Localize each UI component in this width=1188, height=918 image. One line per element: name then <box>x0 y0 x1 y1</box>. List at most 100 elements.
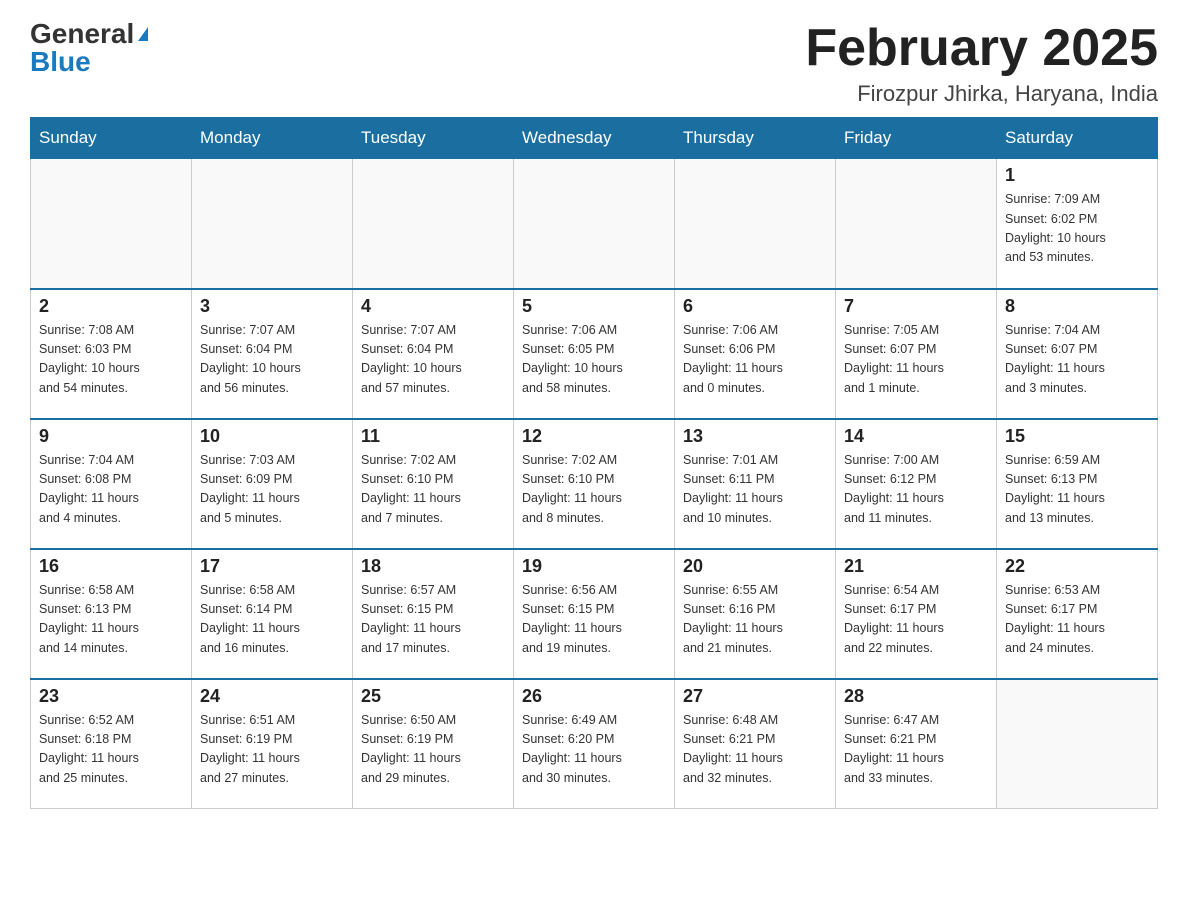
day-cell: 26 Sunrise: 6:49 AM Sunset: 6:20 PM Dayli… <box>514 679 675 809</box>
week-row-2: 2Sunrise: 7:08 AM Sunset: 6:03 PM Daylig… <box>31 289 1158 419</box>
day-cell: 7 Sunrise: 7:05 AM Sunset: 6:07 PM Daylig… <box>836 289 997 419</box>
day-cell: 19Sunrise: 6:56 AM Sunset: 6:15 PM Dayli… <box>514 549 675 679</box>
day-cell: 9Sunrise: 7:04 AM Sunset: 6:08 PM Daylig… <box>31 419 192 549</box>
day-cell <box>192 159 353 289</box>
day-cell: 1 Sunrise: 7:09 AM Sunset: 6:02 PM Daylig… <box>997 159 1158 289</box>
title-section: February 2025 Firozpur Jhirka, Haryana, … <box>805 20 1158 107</box>
day-info: Sunrise: 6:53 AM Sunset: 6:17 PM Dayligh… <box>1005 581 1149 659</box>
day-info: Sunrise: 7:03 AM Sunset: 6:09 PM Dayligh… <box>200 451 344 529</box>
weekday-header-thursday: Thursday <box>675 118 836 159</box>
day-number: 7 <box>844 296 988 317</box>
day-info: Sunrise: 6:51 AM Sunset: 6:19 PM Dayligh… <box>200 711 344 789</box>
day-number: 6 <box>683 296 827 317</box>
week-row-3: 9Sunrise: 7:04 AM Sunset: 6:08 PM Daylig… <box>31 419 1158 549</box>
day-info: Sunrise: 7:06 AM Sunset: 6:05 PM Dayligh… <box>522 321 666 399</box>
day-cell: 28 Sunrise: 6:47 AM Sunset: 6:21 PM Dayli… <box>836 679 997 809</box>
day-info: Sunrise: 6:58 AM Sunset: 6:13 PM Dayligh… <box>39 581 183 659</box>
day-number: 15 <box>1005 426 1149 447</box>
day-number: 11 <box>361 426 505 447</box>
day-info: Sunrise: 6:57 AM Sunset: 6:15 PM Dayligh… <box>361 581 505 659</box>
day-number: 2 <box>39 296 183 317</box>
day-cell: 21 Sunrise: 6:54 AM Sunset: 6:17 PM Dayli… <box>836 549 997 679</box>
day-cell: 13 Sunrise: 7:01 AM Sunset: 6:11 PM Dayli… <box>675 419 836 549</box>
day-number: 25 <box>361 686 505 707</box>
day-cell: 22 Sunrise: 6:53 AM Sunset: 6:17 PM Dayli… <box>997 549 1158 679</box>
day-number: 4 <box>361 296 505 317</box>
day-cell: 25 Sunrise: 6:50 AM Sunset: 6:19 PM Dayli… <box>353 679 514 809</box>
day-number: 10 <box>200 426 344 447</box>
day-cell: 2Sunrise: 7:08 AM Sunset: 6:03 PM Daylig… <box>31 289 192 419</box>
day-cell: 15 Sunrise: 6:59 AM Sunset: 6:13 PM Dayli… <box>997 419 1158 549</box>
day-cell: 14 Sunrise: 7:00 AM Sunset: 6:12 PM Dayli… <box>836 419 997 549</box>
day-info: Sunrise: 7:07 AM Sunset: 6:04 PM Dayligh… <box>361 321 505 399</box>
day-cell: 18 Sunrise: 6:57 AM Sunset: 6:15 PM Dayli… <box>353 549 514 679</box>
week-row-5: 23 Sunrise: 6:52 AM Sunset: 6:18 PM Dayli… <box>31 679 1158 809</box>
day-number: 27 <box>683 686 827 707</box>
day-info: Sunrise: 7:04 AM Sunset: 6:07 PM Dayligh… <box>1005 321 1149 399</box>
weekday-header-row: SundayMondayTuesdayWednesdayThursdayFrid… <box>31 118 1158 159</box>
day-cell: 23 Sunrise: 6:52 AM Sunset: 6:18 PM Dayli… <box>31 679 192 809</box>
day-number: 21 <box>844 556 988 577</box>
page-header: General Blue February 2025 Firozpur Jhir… <box>30 20 1158 107</box>
day-number: 1 <box>1005 165 1149 186</box>
calendar-table: SundayMondayTuesdayWednesdayThursdayFrid… <box>30 117 1158 809</box>
day-info: Sunrise: 6:54 AM Sunset: 6:17 PM Dayligh… <box>844 581 988 659</box>
day-cell: 16 Sunrise: 6:58 AM Sunset: 6:13 PM Dayli… <box>31 549 192 679</box>
day-info: Sunrise: 7:06 AM Sunset: 6:06 PM Dayligh… <box>683 321 827 399</box>
day-number: 18 <box>361 556 505 577</box>
day-number: 17 <box>200 556 344 577</box>
day-number: 16 <box>39 556 183 577</box>
day-info: Sunrise: 7:02 AM Sunset: 6:10 PM Dayligh… <box>522 451 666 529</box>
day-number: 8 <box>1005 296 1149 317</box>
day-cell: 24 Sunrise: 6:51 AM Sunset: 6:19 PM Dayli… <box>192 679 353 809</box>
day-cell: 8 Sunrise: 7:04 AM Sunset: 6:07 PM Daylig… <box>997 289 1158 419</box>
day-info: Sunrise: 7:00 AM Sunset: 6:12 PM Dayligh… <box>844 451 988 529</box>
week-row-4: 16 Sunrise: 6:58 AM Sunset: 6:13 PM Dayli… <box>31 549 1158 679</box>
logo-triangle-icon <box>138 27 148 41</box>
day-cell: 10 Sunrise: 7:03 AM Sunset: 6:09 PM Dayli… <box>192 419 353 549</box>
day-info: Sunrise: 7:09 AM Sunset: 6:02 PM Dayligh… <box>1005 190 1149 268</box>
day-info: Sunrise: 6:59 AM Sunset: 6:13 PM Dayligh… <box>1005 451 1149 529</box>
day-cell <box>514 159 675 289</box>
day-number: 14 <box>844 426 988 447</box>
day-info: Sunrise: 6:52 AM Sunset: 6:18 PM Dayligh… <box>39 711 183 789</box>
day-info: Sunrise: 7:05 AM Sunset: 6:07 PM Dayligh… <box>844 321 988 399</box>
weekday-header-wednesday: Wednesday <box>514 118 675 159</box>
day-cell <box>836 159 997 289</box>
logo: General Blue <box>30 20 148 76</box>
day-cell <box>675 159 836 289</box>
day-cell: 12 Sunrise: 7:02 AM Sunset: 6:10 PM Dayli… <box>514 419 675 549</box>
day-number: 24 <box>200 686 344 707</box>
day-cell: 17 Sunrise: 6:58 AM Sunset: 6:14 PM Dayli… <box>192 549 353 679</box>
day-cell <box>997 679 1158 809</box>
logo-blue-text: Blue <box>30 48 91 76</box>
weekday-header-friday: Friday <box>836 118 997 159</box>
day-info: Sunrise: 6:48 AM Sunset: 6:21 PM Dayligh… <box>683 711 827 789</box>
weekday-header-saturday: Saturday <box>997 118 1158 159</box>
day-number: 28 <box>844 686 988 707</box>
day-info: Sunrise: 7:01 AM Sunset: 6:11 PM Dayligh… <box>683 451 827 529</box>
calendar-subtitle: Firozpur Jhirka, Haryana, India <box>805 81 1158 107</box>
day-cell: 3Sunrise: 7:07 AM Sunset: 6:04 PM Daylig… <box>192 289 353 419</box>
day-cell <box>353 159 514 289</box>
day-info: Sunrise: 6:49 AM Sunset: 6:20 PM Dayligh… <box>522 711 666 789</box>
day-info: Sunrise: 6:58 AM Sunset: 6:14 PM Dayligh… <box>200 581 344 659</box>
day-cell: 6 Sunrise: 7:06 AM Sunset: 6:06 PM Daylig… <box>675 289 836 419</box>
day-info: Sunrise: 6:50 AM Sunset: 6:19 PM Dayligh… <box>361 711 505 789</box>
day-info: Sunrise: 7:04 AM Sunset: 6:08 PM Dayligh… <box>39 451 183 529</box>
day-info: Sunrise: 6:47 AM Sunset: 6:21 PM Dayligh… <box>844 711 988 789</box>
day-number: 12 <box>522 426 666 447</box>
day-cell <box>31 159 192 289</box>
day-number: 13 <box>683 426 827 447</box>
weekday-header-sunday: Sunday <box>31 118 192 159</box>
day-info: Sunrise: 7:02 AM Sunset: 6:10 PM Dayligh… <box>361 451 505 529</box>
day-number: 26 <box>522 686 666 707</box>
calendar-title: February 2025 <box>805 20 1158 77</box>
week-row-1: 1 Sunrise: 7:09 AM Sunset: 6:02 PM Daylig… <box>31 159 1158 289</box>
day-info: Sunrise: 6:55 AM Sunset: 6:16 PM Dayligh… <box>683 581 827 659</box>
day-number: 3 <box>200 296 344 317</box>
day-cell: 5Sunrise: 7:06 AM Sunset: 6:05 PM Daylig… <box>514 289 675 419</box>
day-number: 22 <box>1005 556 1149 577</box>
day-number: 23 <box>39 686 183 707</box>
logo-general-text: General <box>30 20 134 48</box>
